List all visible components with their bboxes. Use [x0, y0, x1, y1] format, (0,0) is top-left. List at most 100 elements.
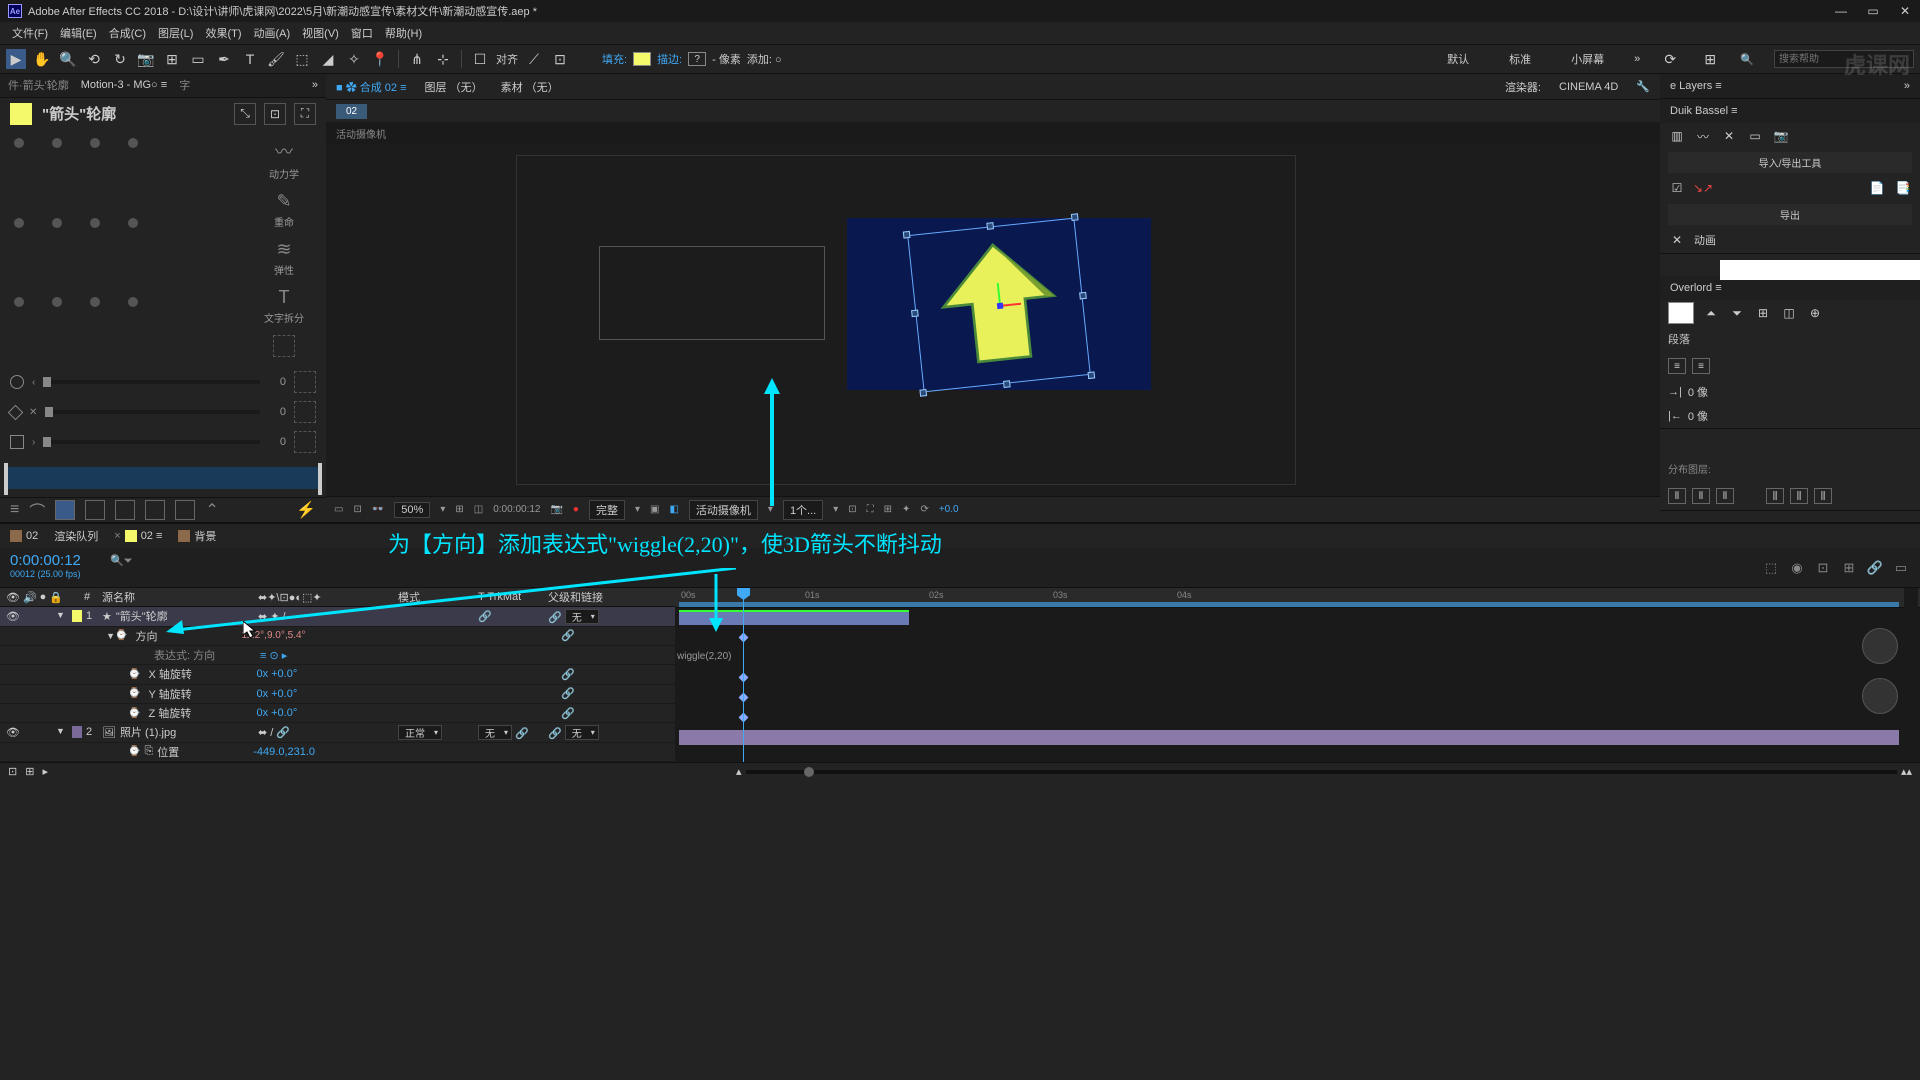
- vb-icon-2[interactable]: ⊡: [353, 504, 361, 515]
- anim-icon[interactable]: ✕: [1668, 232, 1686, 248]
- shape-tool[interactable]: ▭: [188, 49, 208, 69]
- composition-canvas[interactable]: [847, 218, 1151, 390]
- snap-icon-2[interactable]: ⊹: [433, 49, 453, 69]
- footage-tab-header[interactable]: 素材 （无）: [501, 79, 559, 95]
- zoom-slider[interactable]: [746, 770, 1897, 774]
- stroke-swatch[interactable]: ?: [688, 52, 706, 66]
- vb-icon-c[interactable]: ⊡: [848, 504, 856, 515]
- snap-opt-1[interactable]: ⟋: [524, 49, 544, 69]
- maximize-button[interactable]: ▭: [1866, 4, 1880, 18]
- dist-6[interactable]: ⫼: [1814, 488, 1832, 504]
- fit-icon-3[interactable]: ⛶: [294, 103, 316, 125]
- views-dropdown[interactable]: 1个...: [783, 500, 823, 520]
- layer-color-swatch[interactable]: [10, 103, 32, 125]
- fill-swatch[interactable]: [633, 52, 651, 66]
- menu-edit[interactable]: 编辑(E): [56, 23, 101, 43]
- vb-icon-mask[interactable]: ◫: [474, 504, 483, 515]
- overlord-swatch[interactable]: [1668, 302, 1694, 324]
- workspace-standard[interactable]: 标准: [1499, 49, 1541, 69]
- knob-1[interactable]: [1862, 628, 1898, 664]
- tl-hicon-6[interactable]: ▭: [1892, 559, 1910, 577]
- tl-tab-02a[interactable]: 02: [10, 530, 38, 542]
- prop-row-yrot[interactable]: ⌚ Y 轴旋转 0x +0.0° 🔗: [0, 685, 675, 704]
- ease-5[interactable]: [175, 500, 195, 520]
- snap-opt-2[interactable]: ⊡: [550, 49, 570, 69]
- orbit-tool[interactable]: ⟲: [84, 49, 104, 69]
- vb-icon-g[interactable]: ⟳: [920, 504, 928, 515]
- ease-3[interactable]: [115, 500, 135, 520]
- indent-icon-2[interactable]: |←: [1668, 410, 1682, 422]
- tl-toggle-1[interactable]: ⊡: [8, 765, 17, 778]
- align-left-icon[interactable]: ≡: [1668, 358, 1686, 374]
- col-mode[interactable]: 模式: [398, 589, 478, 605]
- zoom-out-icon[interactable]: ▴: [736, 765, 742, 778]
- 3d-axis-gizmo[interactable]: [999, 305, 1001, 307]
- layer-tab-header[interactable]: 图层 （无）: [425, 79, 483, 95]
- workspace-small[interactable]: 小屏幕: [1561, 49, 1614, 69]
- timeline-search[interactable]: 🔍⏷: [104, 548, 139, 587]
- duik-arrow-icon[interactable]: ↘↗: [1694, 180, 1712, 196]
- layer-row-2[interactable]: 👁▼ 2 🖼照片 (1).jpg ⬌ / 🔗 正常 无 🔗 🔗 无: [0, 723, 675, 742]
- timeline-ruler[interactable]: 00s 01s 02s 03s 04s: [675, 588, 1920, 608]
- sync-icon[interactable]: ⟳: [1660, 49, 1680, 69]
- brush-tool[interactable]: 🖌: [266, 49, 286, 69]
- tl-hicon-5[interactable]: 🔗: [1866, 559, 1884, 577]
- tl-toggle-2[interactable]: ⊞: [25, 765, 34, 778]
- dist-1[interactable]: ⫴: [1668, 488, 1686, 504]
- camera-dropdown[interactable]: 活动摄像机: [689, 500, 758, 520]
- pen-tool[interactable]: ✒: [214, 49, 234, 69]
- renderer-settings-icon[interactable]: 🔧: [1636, 80, 1650, 93]
- quality-dropdown[interactable]: 完整: [589, 500, 625, 520]
- roto-tool[interactable]: ✧: [344, 49, 364, 69]
- vb-icon-f[interactable]: ✦: [902, 504, 910, 515]
- viewer[interactable]: [326, 145, 1660, 496]
- add-label[interactable]: 添加: ○: [747, 51, 782, 67]
- ov-icon-2[interactable]: ⏷: [1728, 305, 1746, 321]
- dist-3[interactable]: ⫴: [1716, 488, 1734, 504]
- fit-icon-2[interactable]: ⊡: [264, 103, 286, 125]
- motion-elastic[interactable]: ≋弹性: [274, 239, 294, 277]
- timeline-scrollbar[interactable]: [1904, 588, 1918, 744]
- menu-help[interactable]: 帮助(H): [381, 23, 426, 43]
- menu-composition[interactable]: 合成(C): [105, 23, 150, 43]
- duik-icon-1[interactable]: ▥: [1668, 128, 1686, 144]
- vb-icon-grid[interactable]: ⊞: [455, 504, 463, 515]
- comp-tab-header[interactable]: ■ ✿ 合成 02 ≡: [336, 79, 407, 95]
- vb-icon-1[interactable]: ▭: [334, 504, 343, 515]
- pan-behind-tool[interactable]: ⊞: [162, 49, 182, 69]
- panel-tab-char[interactable]: 字: [179, 77, 190, 93]
- panel-more[interactable]: »: [312, 79, 318, 91]
- export-btn[interactable]: 导出: [1668, 204, 1912, 225]
- duik-tab[interactable]: Duik Bassel ≡: [1670, 105, 1738, 117]
- bolt-icon[interactable]: ⚡: [296, 500, 316, 520]
- prop-row-zrot[interactable]: ⌚ Z 轴旋转 0x +0.0° 🔗: [0, 704, 675, 723]
- workspace-more[interactable]: »: [1634, 53, 1640, 65]
- duik-icon-4[interactable]: ▭: [1746, 128, 1764, 144]
- col-idx[interactable]: #: [72, 591, 102, 603]
- timecode-display[interactable]: 0:00:00:12: [10, 552, 94, 569]
- duik-icon-2[interactable]: 〰: [1694, 128, 1712, 144]
- tl-tab-02b[interactable]: ×02 ≡: [114, 530, 162, 542]
- duik-icon-5[interactable]: 📷: [1772, 128, 1790, 144]
- collapse-icon[interactable]: ⌃: [205, 500, 218, 520]
- close-button[interactable]: ✕: [1898, 4, 1912, 18]
- slider-row-2[interactable]: ✕0: [10, 401, 316, 423]
- ov-icon-1[interactable]: ⏶: [1702, 305, 1720, 321]
- menu-icon[interactable]: ≡: [10, 501, 19, 519]
- duik-icon-3[interactable]: ✕: [1720, 128, 1738, 144]
- text-tool[interactable]: T: [240, 49, 260, 69]
- zoom-in-icon[interactable]: ▴▴: [1901, 765, 1912, 778]
- ov-icon-5[interactable]: ⊕: [1806, 305, 1824, 321]
- curve-icon[interactable]: ⌒: [29, 498, 45, 522]
- vb-color-icon[interactable]: ●: [573, 504, 579, 515]
- align-center-icon[interactable]: ≡: [1692, 358, 1710, 374]
- expression-text[interactable]: wiggle(2,20): [677, 651, 731, 662]
- vb-icon-e[interactable]: ⊞: [884, 504, 892, 515]
- puppet-tool[interactable]: 📍: [370, 49, 390, 69]
- menu-layer[interactable]: 图层(L): [154, 23, 197, 43]
- slider-row-3[interactable]: ›0: [10, 431, 316, 453]
- col-name[interactable]: 源名称: [102, 589, 258, 605]
- menu-effect[interactable]: 效果(T): [201, 23, 245, 43]
- selection-tool[interactable]: ▶: [6, 49, 26, 69]
- menu-animation[interactable]: 动画(A): [250, 23, 295, 43]
